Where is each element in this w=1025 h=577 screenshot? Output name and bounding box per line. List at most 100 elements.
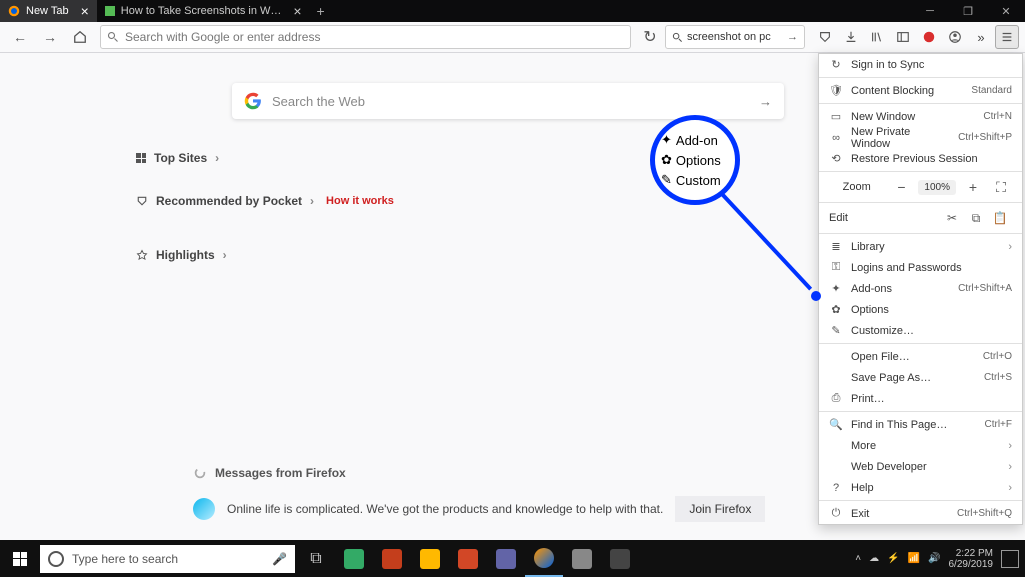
tab-background[interactable]: How to Take Screenshots in W… × (97, 0, 310, 22)
menu-zoom: Zoom − 100% + ⛶ (819, 174, 1022, 200)
paste-button[interactable]: 📋 (988, 211, 1012, 225)
menu-restore-session[interactable]: ⟲Restore Previous Session (819, 148, 1022, 169)
minimize-button[interactable]: ─ (911, 0, 949, 22)
menu-customize[interactable]: ✎Customize… (819, 320, 1022, 341)
taskbar-search[interactable]: Type here to search 🎤 (40, 545, 295, 573)
container-icon[interactable] (917, 25, 941, 49)
section-label: Recommended by Pocket (156, 194, 302, 208)
top-sites-header[interactable]: Top Sites › (136, 151, 219, 165)
new-tab-button[interactable]: + (310, 0, 332, 22)
close-button[interactable]: ✕ (987, 0, 1025, 22)
taskbar-app[interactable] (449, 540, 487, 577)
search-placeholder: Type here to search (72, 552, 178, 566)
menu-save-page[interactable]: Save Page As…Ctrl+S (819, 367, 1022, 388)
chevron-right-icon: › (215, 151, 219, 165)
menu-sign-in[interactable]: ↻Sign in to Sync (819, 54, 1022, 75)
zoom-in-button[interactable]: + (962, 179, 984, 195)
menu-help[interactable]: ?Help› (819, 477, 1022, 498)
mic-icon[interactable]: 🎤 (272, 552, 287, 566)
maximize-button[interactable]: ❐ (949, 0, 987, 22)
print-icon: ⎙ (829, 392, 843, 405)
tray-chevron-icon[interactable]: ˄ (855, 553, 861, 564)
close-icon[interactable]: × (293, 3, 301, 19)
search-value: screenshot on pc (687, 31, 771, 43)
notifications-icon[interactable] (1001, 550, 1019, 568)
menu-more[interactable]: More› (819, 435, 1022, 456)
menu-logins[interactable]: ⚿Logins and Passwords (819, 257, 1022, 278)
menu-options[interactable]: ✿Options (819, 299, 1022, 320)
taskbar-app[interactable] (487, 540, 525, 577)
library-icon[interactable] (865, 25, 889, 49)
taskbar-app[interactable] (373, 540, 411, 577)
menu-library[interactable]: ≣Library› (819, 236, 1022, 257)
join-firefox-button[interactable]: Join Firefox (675, 496, 765, 522)
window-controls: ─ ❐ ✕ (911, 0, 1025, 22)
app-menu: ↻Sign in to Sync 🛡Content BlockingStanda… (818, 53, 1023, 525)
arrow-icon[interactable]: → (759, 94, 772, 109)
gear-icon: ✿ (829, 303, 843, 316)
tab-active[interactable]: New Tab × (0, 0, 97, 22)
fullscreen-button[interactable]: ⛶ (990, 179, 1012, 196)
downloads-icon[interactable] (839, 25, 863, 49)
overflow-icon[interactable]: » (969, 25, 993, 49)
taskbar-app[interactable] (411, 540, 449, 577)
account-icon[interactable] (943, 25, 967, 49)
go-icon[interactable]: → (787, 31, 798, 43)
zoom-out-button[interactable]: − (890, 179, 912, 195)
menu-open-file[interactable]: Open File…Ctrl+O (819, 346, 1022, 367)
url-bar[interactable]: Search with Google or enter address (100, 25, 631, 49)
taskbar-app[interactable] (563, 540, 601, 577)
menu-content-blocking[interactable]: 🛡Content BlockingStandard (819, 80, 1022, 101)
cortana-icon (48, 551, 64, 567)
zoom-value[interactable]: 100% (918, 180, 956, 195)
copy-button[interactable]: ⧉ (964, 211, 988, 226)
sidebar-icon[interactable] (891, 25, 915, 49)
sync-icon: ↻ (829, 58, 843, 71)
highlights-header[interactable]: Highlights › (136, 248, 227, 262)
menu-web-developer[interactable]: Web Developer› (819, 456, 1022, 477)
cut-button[interactable]: ✂ (940, 211, 964, 225)
pocket-header[interactable]: Recommended by Pocket › How it works (136, 194, 394, 208)
tab-title: How to Take Screenshots in W… (121, 5, 282, 17)
hamburger-icon (1000, 30, 1014, 44)
menu-addons[interactable]: ✦Add-onsCtrl+Shift+A (819, 278, 1022, 299)
newtab-search[interactable]: Search the Web → (232, 83, 784, 119)
forward-button[interactable]: → (36, 24, 64, 50)
taskbar-app[interactable] (335, 540, 373, 577)
menu-find[interactable]: 🔍Find in This Page…Ctrl+F (819, 414, 1022, 435)
home-button[interactable] (66, 24, 94, 50)
chevron-right-icon: › (1008, 482, 1012, 494)
section-label: Top Sites (154, 151, 207, 165)
zoom-row-options: ✿Options (655, 150, 735, 170)
taskbar-app[interactable] (601, 540, 639, 577)
save-to-pocket-icon[interactable] (813, 25, 837, 49)
tray-icon[interactable]: ☁ (869, 553, 879, 564)
tray-icon[interactable]: ⚡ (887, 553, 899, 564)
paint-icon: ✎ (829, 324, 843, 337)
annotation-zoom-circle: ✦Add-on ✿Options ✎Custom (650, 115, 740, 205)
section-label: Highlights (156, 248, 215, 262)
messages-header: Messages from Firefox (193, 466, 346, 480)
zoom-row-customize: ✎Custom (655, 170, 735, 190)
volume-icon[interactable]: 🔊 (928, 553, 940, 564)
puzzle-icon: ✦ (829, 282, 843, 295)
taskbar-firefox[interactable] (525, 540, 563, 577)
task-view-button[interactable]: ⧉ (297, 540, 335, 577)
library-icon: ≣ (829, 240, 843, 253)
reload-button[interactable]: ↻ (637, 27, 663, 47)
tab-title: New Tab (26, 5, 69, 17)
menu-button[interactable] (995, 25, 1019, 49)
back-button[interactable]: ← (6, 24, 34, 50)
menu-new-window[interactable]: ▭New WindowCtrl+N (819, 106, 1022, 127)
start-button[interactable] (0, 540, 40, 577)
clock[interactable]: 2:22 PM 6/29/2019 (949, 548, 994, 570)
menu-print[interactable]: ⎙Print… (819, 388, 1022, 409)
annotation-dot (811, 291, 821, 301)
close-icon[interactable]: × (81, 3, 89, 19)
menu-new-private[interactable]: ∞New Private WindowCtrl+Shift+P (819, 127, 1022, 148)
search-bar[interactable]: screenshot on pc → (665, 25, 805, 49)
wifi-icon[interactable]: 📶 (908, 553, 920, 564)
menu-exit[interactable]: ⏻ExitCtrl+Shift+Q (819, 503, 1022, 524)
chevron-right-icon: › (1008, 440, 1012, 452)
pocket-how-link[interactable]: How it works (326, 195, 394, 207)
